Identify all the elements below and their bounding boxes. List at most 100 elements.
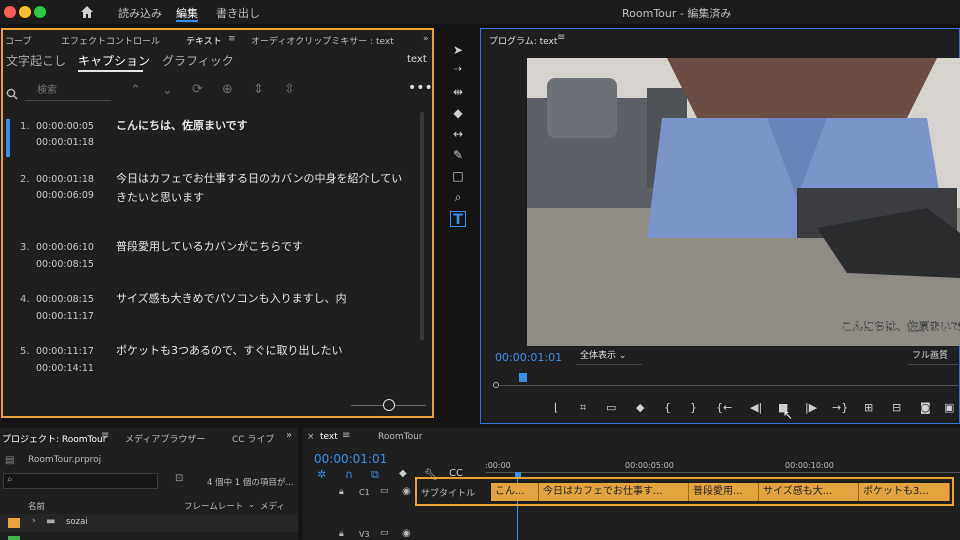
comparison-view-icon[interactable]: ▣ <box>944 401 954 414</box>
split-caption-icon[interactable]: ⇕ <box>253 82 264 97</box>
mark-in-icon[interactable]: ⌊ <box>554 401 558 414</box>
list-item[interactable]: › ▬ sozai <box>0 514 298 532</box>
maximize-window-button[interactable] <box>34 6 46 18</box>
go-to-out-icon[interactable]: →} <box>832 401 848 414</box>
subtab-captions[interactable]: キャプション <box>78 52 150 69</box>
panel-menu-icon[interactable]: ≡ <box>342 430 350 441</box>
eye-icon[interactable]: ◉ <box>402 486 411 497</box>
sync-lock-icon[interactable]: ▭ <box>380 528 389 538</box>
add-marker-icon[interactable]: ◆ <box>399 468 407 479</box>
menu-export[interactable]: 書き出し <box>216 5 260 21</box>
column-name[interactable]: 名前 <box>28 500 45 512</box>
project-search-input[interactable]: ⌕ <box>3 473 158 489</box>
minimize-window-button[interactable] <box>19 6 31 18</box>
scrub-start-icon[interactable] <box>493 382 499 388</box>
tab-project[interactable]: プロジェクト: RoomTour <box>2 432 106 445</box>
menu-import[interactable]: 読み込み <box>118 5 162 21</box>
panel-menu-icon[interactable]: ≡ <box>557 32 565 43</box>
caption-clip[interactable]: 今日はカフェでお仕事す... <box>539 483 689 501</box>
tab-media-browser[interactable]: メディアブラウザー <box>125 432 205 445</box>
caption-track-label[interactable]: text <box>407 54 427 65</box>
razor-tool-icon[interactable]: ◆ <box>450 106 466 122</box>
add-caption-icon[interactable]: ⊕ <box>222 82 233 97</box>
quality-dropdown[interactable]: フル画質 <box>908 350 960 365</box>
mark-out-bracket-icon[interactable]: } <box>690 401 697 414</box>
bin-name: sozai <box>66 517 88 527</box>
mark-in-bracket-icon[interactable]: { <box>664 401 671 414</box>
caption-text: こんにちは、佐原まいです <box>116 119 248 132</box>
home-icon[interactable] <box>80 4 94 23</box>
step-forward-icon[interactable]: |▶ <box>805 401 817 414</box>
selection-tool-icon[interactable]: ➤ <box>450 43 466 59</box>
nest-icon[interactable]: ✲ <box>317 468 326 481</box>
playhead-marker[interactable] <box>519 373 527 382</box>
close-window-button[interactable] <box>4 6 16 18</box>
type-tool-icon[interactable]: T <box>450 211 466 228</box>
caption-text: ポケットも3つあるので、すぐに取り出したい <box>116 344 343 357</box>
subtab-graphics[interactable]: グラフィック <box>162 52 234 69</box>
previous-icon[interactable]: ⌃ <box>130 83 141 98</box>
caption-text: サイズ感も大きめでパソコンも入りますし、内 <box>116 292 347 305</box>
sync-lock-icon[interactable]: ▭ <box>380 486 389 496</box>
caption-clip[interactable]: ポケットも3... <box>859 483 950 501</box>
go-to-in-icon[interactable]: {← <box>716 401 732 414</box>
close-tab-icon[interactable]: × <box>307 432 315 442</box>
step-back-icon[interactable]: ◀| <box>750 401 762 414</box>
extract-icon[interactable]: ⊟ <box>892 401 901 414</box>
caption-in-time: 00:00:11:17 <box>36 346 94 357</box>
label-color-swatch <box>8 518 20 528</box>
caption-clip[interactable]: 普段愛用... <box>689 483 759 501</box>
tab-sequence-text[interactable]: text <box>320 432 338 442</box>
caption-clip[interactable]: サイズ感も大... <box>759 483 859 501</box>
more-tabs-icon[interactable]: » <box>286 430 292 441</box>
zoom-slider-handle[interactable] <box>383 399 395 411</box>
scrollbar[interactable] <box>420 112 424 340</box>
mark-out-icon[interactable]: ⌗ <box>580 401 586 415</box>
track-select-tool-icon[interactable]: ⇢ <box>450 64 466 80</box>
new-bin-icon[interactable]: ⊡ <box>175 473 183 484</box>
expand-icon[interactable]: › <box>32 516 36 526</box>
merge-caption-icon[interactable]: ⇳ <box>284 82 295 97</box>
sort-icon[interactable]: ⌄ <box>248 500 255 510</box>
timeline-timecode[interactable]: 00:00:01:01 <box>314 452 387 466</box>
tab-effect-controls[interactable]: エフェクトコントロール <box>61 34 160 47</box>
tab-sequence-roomtour[interactable]: RoomTour <box>378 432 423 442</box>
zoom-tool-icon[interactable]: ⌕ <box>450 190 466 206</box>
column-framerate[interactable]: フレームレート <box>184 500 243 512</box>
time-ruler[interactable] <box>486 472 960 473</box>
column-media[interactable]: メディ <box>260 500 285 512</box>
video-frame[interactable]: こんにちは、佐原まいです <box>527 58 960 346</box>
eye-icon[interactable]: ◉ <box>402 528 411 539</box>
caption-search-input[interactable] <box>25 81 111 101</box>
fit-dropdown[interactable]: 全体表示 ⌄ <box>576 350 642 365</box>
subtab-transcript[interactable]: 文字起こし <box>6 52 66 69</box>
lock-icon[interactable]: 🔒︎ <box>339 487 344 497</box>
sync-icon[interactable]: ⟳ <box>192 82 203 97</box>
tab-text[interactable]: テキスト <box>186 34 222 47</box>
caption-clip[interactable]: こん... <box>491 483 539 501</box>
more-options-icon[interactable]: ••• <box>408 80 433 96</box>
linked-selection-icon[interactable]: ⧉ <box>371 468 379 482</box>
pen-tool-icon[interactable]: ✎ <box>450 148 466 164</box>
fit-dropdown-value: 全体表示 <box>580 351 617 361</box>
tab-cc-libraries[interactable]: CC ライブ <box>232 432 274 445</box>
next-icon[interactable]: ⌄ <box>162 83 173 98</box>
lift-icon[interactable]: ⊞ <box>864 401 873 414</box>
lock-icon[interactable]: 🔒︎ <box>339 529 344 539</box>
ripple-edit-tool-icon[interactable]: ⇹ <box>450 85 466 101</box>
rectangle-tool-icon[interactable]: □ <box>450 169 466 185</box>
slip-tool-icon[interactable]: ↔ <box>450 127 466 143</box>
menu-edit[interactable]: 編集 <box>176 5 198 21</box>
snap-icon[interactable]: ∩ <box>345 468 353 481</box>
tab-audio-clip-mixer[interactable]: オーディオクリップミキサー : text <box>251 34 394 47</box>
program-scrub-bar[interactable] <box>500 385 960 386</box>
export-frame-icon[interactable]: ◙ <box>920 401 931 414</box>
program-timecode[interactable]: 00:00:01:01 <box>495 351 562 364</box>
safe-margins-icon[interactable]: ▭ <box>606 401 616 414</box>
add-marker-icon[interactable]: ◆ <box>636 401 644 414</box>
tab-scopes[interactable]: コープ <box>5 34 31 47</box>
panel-menu-icon[interactable]: ≡ <box>101 430 109 441</box>
panel-menu-icon[interactable]: ≡ <box>228 34 236 44</box>
project-file-name: RoomTour.prproj <box>28 455 102 465</box>
more-tabs-icon[interactable]: » <box>423 34 429 44</box>
